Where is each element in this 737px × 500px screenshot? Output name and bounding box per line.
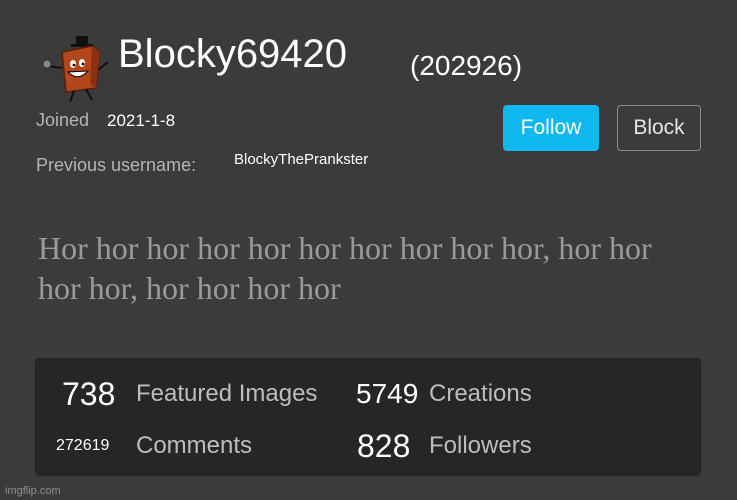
joined-date: 2021-1-8	[107, 111, 176, 130]
featured-images-count: 738	[62, 376, 116, 412]
username: Blocky69420	[118, 32, 348, 76]
block-button[interactable]: Block	[617, 105, 701, 151]
featured-images-label: Featured Images	[136, 380, 318, 407]
followers-count: 828	[357, 428, 411, 464]
followers-label: Followers	[429, 432, 532, 459]
brown-block-character-icon	[42, 36, 109, 103]
avatar[interactable]	[40, 32, 114, 104]
previous-username: BlockyThePrankster	[234, 151, 369, 168]
creations-count: 5749	[356, 378, 419, 409]
user-bio: Hor hor hor hor hor hor hor hor hor hor,…	[38, 230, 652, 306]
joined-label: Joined	[36, 110, 90, 130]
comments-count: 272619	[56, 437, 110, 454]
creations-label: Creations	[429, 380, 532, 407]
previous-username-label: Previous username:	[36, 155, 197, 175]
user-id: (202926)	[410, 50, 523, 81]
follow-button[interactable]: Follow	[503, 105, 599, 151]
comments-label: Comments	[136, 432, 253, 459]
watermark: imgflip.com	[5, 485, 61, 497]
